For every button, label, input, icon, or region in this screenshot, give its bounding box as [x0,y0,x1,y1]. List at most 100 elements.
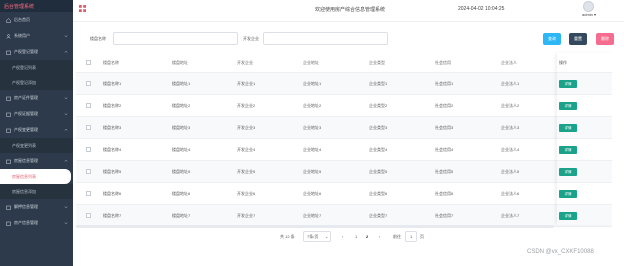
prev-page-button[interactable]: ‹ [342,234,343,239]
table-cell: 企业类型5 [369,169,388,174]
table-cell: 楼盘名称3 [103,125,122,130]
sidebar-item-5[interactable]: 产权变更管理 [0,122,73,138]
detail-button[interactable]: 详情 [559,80,577,88]
search-bar: 楼盘名称 开发企业 查询 重置 删除 [73,31,624,47]
row-checkbox[interactable] [86,147,91,152]
sidebar-item-label: 后台首页 [14,17,30,22]
table-cell: 楼盘名称5 [103,169,122,174]
table-cell: 楼盘名称4 [103,147,122,152]
folder-icon [6,50,11,55]
detail-button[interactable]: 详情 [559,102,577,110]
column-header: 企业类型 [369,60,385,65]
next-page-button[interactable]: › [379,234,380,239]
table-row[interactable]: 楼盘名称2 楼盘地址2 开发企业2 企业地址2 企业类型2 社会信用2 企业法人2 [76,95,612,117]
field1-label: 楼盘名称 [90,36,106,41]
sidebar-item-4[interactable]: 产权证据管理 [0,106,73,122]
folder-icon [6,128,11,133]
sidebar-item-3[interactable]: 房产证件管理 [0,90,73,106]
page-unit-label: 页 [420,234,424,239]
table-cell: 企业类型7 [369,213,388,218]
avatar[interactable] [583,1,594,12]
sidebar-item-label: 房屋信息管理 [14,158,38,163]
row-checkbox[interactable] [86,191,91,196]
table-cell: 楼盘地址6 [172,191,191,196]
table-row[interactable]: 楼盘名称5 楼盘地址5 开发企业5 企业地址5 企业类型5 社会信用5 企业法人5 [76,161,612,183]
page-size-select[interactable]: 7条/页 ⌄ [303,231,331,242]
table-cell: 企业类型2 [369,103,388,108]
table-cell: 开发企业5 [237,169,256,174]
table-row[interactable]: 楼盘名称4 楼盘地址4 开发企业4 企业地址4 企业类型4 社会信用4 企业法人4 [76,139,612,161]
detail-button[interactable]: 详情 [559,146,577,154]
header-title: 欢迎使用房产综合信息管理系统 [315,7,386,13]
sidebar-item-8[interactable]: 房产信息管理 [0,215,73,231]
sidebar-subitem[interactable]: 房屋信息列表 [0,169,71,184]
page-2-button[interactable]: 2 [366,234,368,239]
row-checkbox[interactable] [86,169,91,174]
column-header: 企业地址 [303,60,319,65]
reset-button[interactable]: 重置 [569,33,587,45]
table-row[interactable]: 楼盘名称7 楼盘地址7 开发企业7 企业地址7 企业类型7 社会信用7 企业法人7 [76,205,612,227]
sidebar-menu: 后台首页系统用户产权登记管理产权登记列表 产权登记添加 房产证件管理 产权证据管理 产权… [0,12,73,231]
row-checkbox[interactable] [86,125,91,130]
sidebar-item-2[interactable]: 产权登记管理 [0,44,73,60]
grid-icon[interactable] [79,5,86,12]
select-all-checkbox[interactable] [86,60,91,65]
table-row[interactable]: 楼盘名称6 楼盘地址6 开发企业6 企业地址6 企业类型6 社会信用6 企业法人6 [76,183,612,205]
table-cell: 企业地址3 [303,125,322,130]
delete-button[interactable]: 删除 [596,33,614,45]
table-cell: 企业地址4 [303,147,322,152]
field2-label: 开发企业 [243,36,259,41]
user-menu[interactable]: admin ▾ [582,12,596,17]
sidebar-item-label: 产权登记管理 [14,49,38,54]
sidebar-item-7[interactable]: 解押信息管理 [0,199,73,215]
table-cell: 社会信用3 [435,125,454,130]
row-checkbox[interactable] [86,213,91,218]
horizontal-scrollbar[interactable] [76,225,554,228]
table-cell: 楼盘名称2 [103,103,122,108]
table-cell: 社会信用5 [435,169,454,174]
goto-page-input[interactable]: 1 [405,231,417,242]
sidebar-subitem[interactable]: 房屋信息添加 [0,184,73,199]
developer-input[interactable] [263,32,388,45]
sidebar-item-1[interactable]: 系统用户 [0,28,73,44]
table-row[interactable]: 楼盘名称3 楼盘地址3 开发企业3 企业地址3 企业类型3 社会信用3 企业法人3 [76,117,612,139]
detail-button[interactable]: 详情 [559,124,577,132]
sidebar: 后台管理系统 后台首页 系统用户 产权登记管理 产权登记列表 产权登记添加 房产证件管理产… [0,0,73,266]
table-cell: 企业地址1 [303,81,322,86]
chevron-down-icon [64,96,68,100]
table-cell: 开发企业4 [237,147,256,152]
table-cell: 开发企业2 [237,103,256,108]
sidebar-subitem[interactable]: 产权登记添加 [0,75,73,90]
page-size-value: 7条/页 [307,234,319,239]
table-cell: 企业类型4 [369,147,388,152]
operations-column: 操作 详情 详情 详情 详情 详情 详情 详情 [557,53,612,225]
table-cell: 开发企业6 [237,191,256,196]
table-cell: 企业类型6 [369,191,388,196]
table-cell: 社会信用7 [435,213,454,218]
table-cell: 企业法人2 [501,103,520,108]
detail-button[interactable]: 详情 [559,190,577,198]
sidebar-subitem[interactable]: 产权变更列表 [0,138,73,153]
page-1-button[interactable]: 1 [355,234,357,239]
app-root: 后台管理系统 后台首页 系统用户 产权登记管理 产权登记列表 产权登记添加 房产证件管理产… [0,0,624,266]
table-cell: 开发企业3 [237,125,256,130]
building-name-input[interactable] [113,32,238,45]
detail-button[interactable]: 详情 [559,212,577,220]
row-checkbox[interactable] [86,103,91,108]
table-cell: 企业法人4 [501,147,520,152]
table-row[interactable]: 楼盘名称1 楼盘地址1 开发企业1 企业地址1 企业类型1 社会信用1 企业法人1 [76,73,612,95]
data-table: 楼盘名称 楼盘地址 开发企业 企业地址 企业类型 社会信用 企业法人 楼盘名称1 楼盘地址1 开发… [76,53,612,227]
sidebar-item-6[interactable]: 房屋信息管理 [0,153,73,169]
sidebar-item-0[interactable]: 后台首页 [0,12,73,28]
header-datetime: 2024-04-02 10:04:25 [458,6,505,12]
table-cell: 企业法人7 [501,213,520,218]
row-checkbox[interactable] [86,81,91,86]
search-button[interactable]: 查询 [543,33,561,45]
table-cell: 楼盘地址4 [172,147,191,152]
table-cell: 企业类型1 [369,81,388,86]
table-cell: 企业地址5 [303,169,322,174]
detail-button[interactable]: 详情 [559,168,577,176]
sidebar-subitem[interactable]: 产权登记列表 [0,60,73,75]
chevron-up-icon [64,50,68,54]
total-count: 共 12 条 [280,234,295,239]
